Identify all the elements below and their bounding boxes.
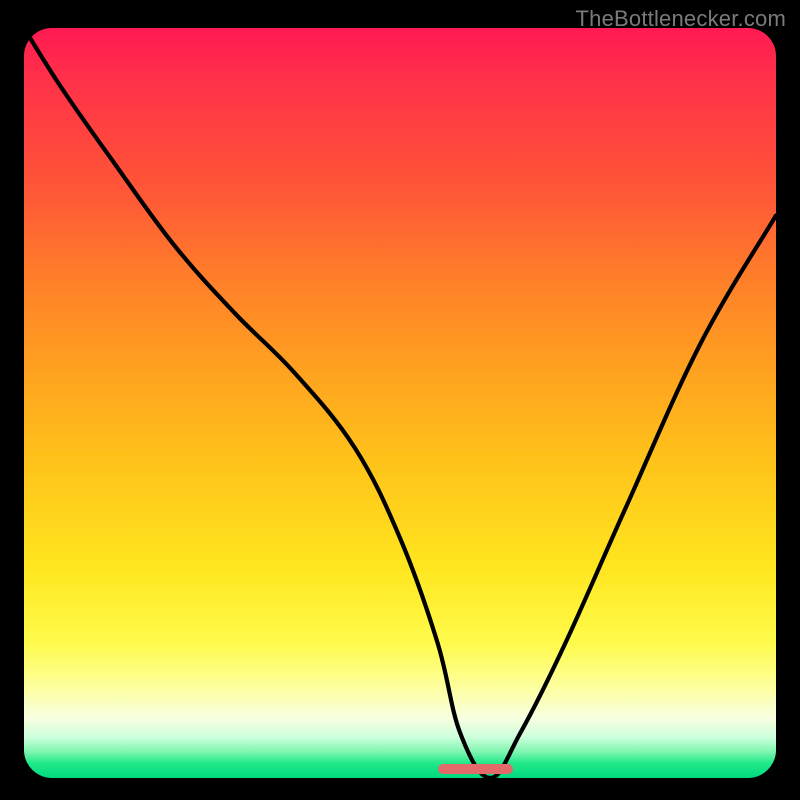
bottleneck-curve [24,28,776,778]
curve-path [24,28,776,778]
watermark-text: TheBottlenecker.com [576,6,786,32]
optimal-range-marker [438,764,513,774]
chart-container: TheBottlenecker.com [0,0,800,800]
plot-area [24,28,776,778]
